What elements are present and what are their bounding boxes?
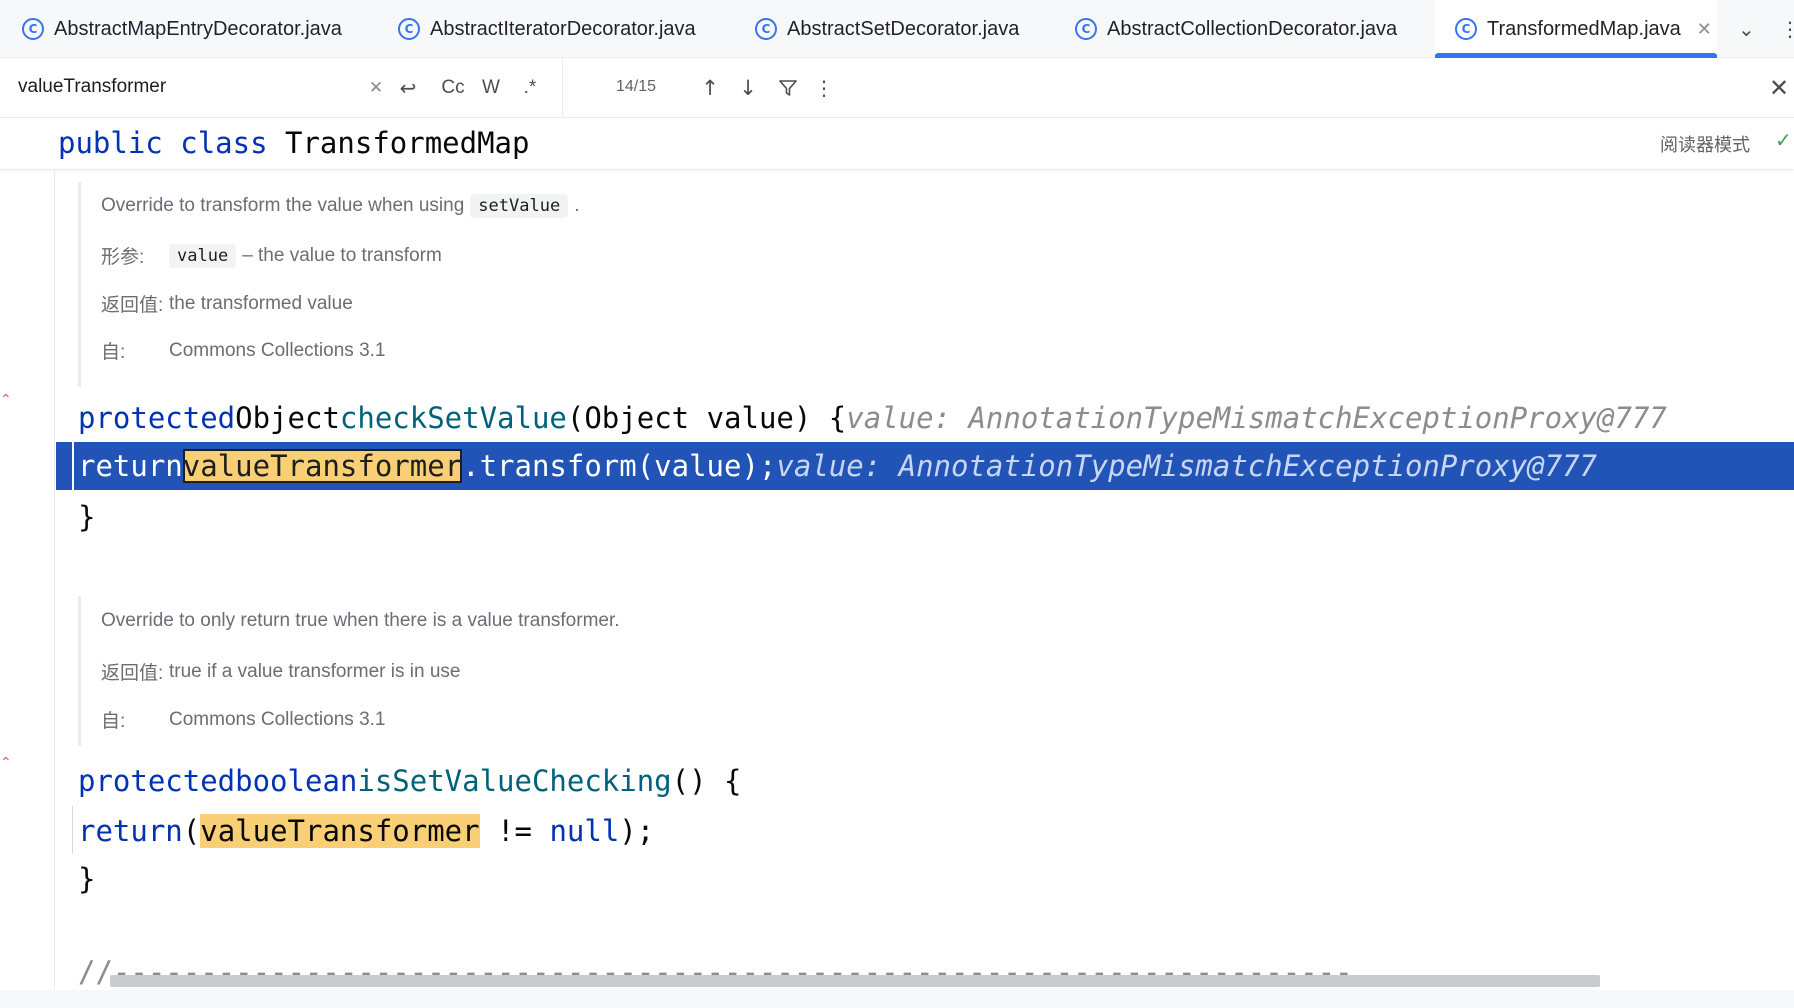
code-line[interactable]: return (valueTransformer != null); [78, 806, 654, 856]
match-case-button[interactable]: Cc [436, 70, 470, 106]
doc-text: true if a value transformer is in use [169, 660, 461, 682]
doc-text: – the value to transform [242, 244, 442, 266]
regex-button[interactable]: .* [514, 70, 546, 106]
tab-label: AbstractIteratorDecorator.java [430, 17, 696, 40]
tab-abstract-iterator-decorator[interactable]: C AbstractIteratorDecorator.java [398, 0, 696, 58]
tab-abstract-set-decorator[interactable]: C AbstractSetDecorator.java [755, 0, 1019, 58]
indent-guide [72, 806, 73, 854]
method-name: isSetValueChecking [357, 764, 672, 798]
class-icon: C [1075, 18, 1097, 40]
method-name: checkSetValue [339, 401, 567, 435]
keyword: public [58, 126, 163, 160]
keyword: return [78, 449, 183, 483]
class-declaration[interactable]: public class TransformedMap [58, 126, 529, 160]
override-marker-icon[interactable]: ⌃ [0, 755, 12, 771]
chevron-down-icon[interactable]: ⌄ [1738, 0, 1755, 58]
sticky-class-header: public class TransformedMap 阅读器模式 ✓ [0, 118, 1794, 170]
doc-text: Override to transform the value when usi… [101, 195, 465, 216]
code-text: } [78, 862, 96, 896]
keyword: protected [78, 764, 236, 798]
code-text: (Object value) { [566, 401, 847, 435]
class-icon: C [398, 18, 420, 40]
class-icon: C [22, 18, 44, 40]
code-line[interactable]: protected boolean isSetValueChecking() { [78, 756, 741, 806]
tab-label: AbstractSetDecorator.java [787, 17, 1020, 40]
keyword: boolean [235, 764, 358, 798]
code-text: .transform(value); [462, 449, 777, 483]
class-name: TransformedMap [285, 126, 530, 160]
code-text: } [78, 500, 96, 534]
indent-guide [72, 442, 74, 490]
code-line[interactable]: protected Object checkSetValue (Object va… [78, 393, 1667, 443]
code-text: () { [671, 764, 742, 798]
search-match: valueTransformer [200, 814, 480, 848]
keyword: protected [78, 401, 236, 435]
code-text: != [479, 814, 550, 848]
next-match-icon[interactable]: ↓ [734, 70, 762, 106]
doc-since: 自: Commons Collections 3.1 [101, 706, 385, 733]
doc-text: Commons Collections 3.1 [169, 339, 386, 361]
keyword: return [78, 814, 183, 848]
horizontal-scrollbar[interactable] [110, 975, 1600, 987]
divider [562, 58, 563, 118]
doc-code: value [169, 243, 237, 268]
doc-code: setValue [470, 194, 569, 218]
doc-tag: 返回值: [101, 295, 164, 316]
javadoc-block: Override to only return true when there … [78, 596, 620, 746]
search-input[interactable] [10, 70, 350, 104]
doc-param: 形参: value – the value to transform [101, 242, 442, 269]
doc-text: Commons Collections 3.1 [169, 708, 386, 730]
execution-point-line[interactable]: return valueTransformer .transform(value)… [56, 442, 1794, 490]
find-bar: ✕ ↩ Cc W .* 14/15 ↑ ↓ ⋮ ✕ [0, 58, 1794, 118]
tab-abstract-collection-decorator[interactable]: C AbstractCollectionDecorator.java [1075, 0, 1397, 58]
doc-tag: 返回值: [101, 663, 164, 684]
doc-text: . [574, 195, 580, 216]
javadoc-block: Override to transform the value when usi… [78, 182, 579, 387]
previous-match-icon[interactable]: ↑ [696, 70, 724, 106]
debug-inline-value: value: AnnotationTypeMismatchExceptionPr… [776, 449, 1598, 483]
doc-tag: 自: [101, 711, 126, 732]
code-line[interactable]: } [78, 854, 95, 904]
doc-tag: 自: [101, 342, 126, 363]
reader-mode-button[interactable]: 阅读器模式 [1660, 131, 1750, 157]
close-tab-icon[interactable]: ✕ [1697, 19, 1712, 40]
tab-label: AbstractCollectionDecorator.java [1107, 17, 1398, 40]
code-text: ( [182, 814, 201, 848]
doc-summary: Override to transform the value when usi… [101, 194, 579, 218]
class-icon: C [1455, 18, 1477, 40]
debug-inline-value: value: AnnotationTypeMismatchExceptionPr… [846, 401, 1667, 435]
code-line[interactable]: } [78, 492, 95, 542]
override-marker-icon[interactable]: ⌃ [0, 392, 12, 408]
tab-label: TransformedMap.java [1487, 17, 1681, 40]
doc-tag: 形参: [101, 247, 145, 268]
doc-return: 返回值: the transformed value [101, 290, 353, 317]
editor-tab-bar: C AbstractMapEntryDecorator.java C Abstr… [0, 0, 1794, 58]
whole-words-button[interactable]: W [478, 70, 504, 106]
gutter-divider [54, 170, 55, 990]
history-icon[interactable]: ↩ [394, 70, 422, 106]
type: Object [235, 401, 340, 435]
tab-transformed-map[interactable]: C TransformedMap.java ✕ [1435, 0, 1717, 58]
doc-since: 自: Commons Collections 3.1 [101, 337, 385, 364]
filter-icon[interactable] [774, 70, 802, 106]
more-vertical-icon[interactable]: ⋮ [1780, 0, 1794, 58]
doc-text: the transformed value [169, 292, 353, 314]
check-icon: ✓ [1775, 128, 1792, 152]
editor-bottom-strip [0, 990, 1794, 1008]
tab-abstract-map-entry-decorator[interactable]: C AbstractMapEntryDecorator.java [22, 0, 342, 58]
code-line[interactable]: return valueTransformer .transform(value)… [78, 442, 1597, 490]
class-icon: C [755, 18, 777, 40]
clear-search-icon[interactable]: ✕ [364, 70, 388, 106]
code-text: ); [619, 814, 655, 848]
doc-text: Override to only return true when there … [101, 610, 620, 631]
keyword: null [549, 814, 620, 848]
doc-return: 返回值: true if a value transformer is in u… [101, 658, 460, 685]
doc-summary: Override to only return true when there … [101, 610, 620, 632]
search-match-current: valueTransformer [182, 449, 463, 483]
tab-label: AbstractMapEntryDecorator.java [54, 17, 342, 40]
more-options-icon[interactable]: ⋮ [814, 70, 834, 106]
keyword: class [180, 126, 268, 160]
close-find-bar-icon[interactable]: ✕ [1764, 70, 1794, 106]
match-count: 14/15 [616, 78, 657, 95]
